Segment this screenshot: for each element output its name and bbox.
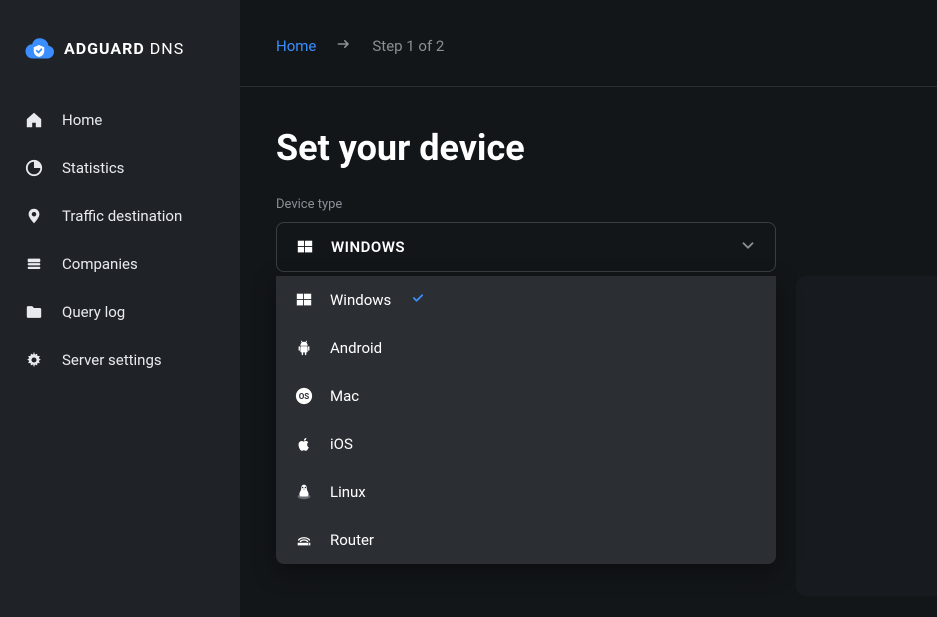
breadcrumb-step: Step 1 of 2 <box>372 37 444 55</box>
device-option-router[interactable]: Router <box>276 516 776 564</box>
sidebar-item-label: Statistics <box>62 159 124 177</box>
sidebar-item-traffic-destination[interactable]: Traffic destination <box>0 192 240 240</box>
check-icon <box>411 291 425 309</box>
sidebar-item-statistics[interactable]: Statistics <box>0 144 240 192</box>
sidebar-item-label: Query log <box>62 303 125 321</box>
device-type-label: Device type <box>276 197 901 212</box>
sidebar-item-label: Traffic destination <box>62 207 182 225</box>
device-option-linux[interactable]: Linux <box>276 468 776 516</box>
device-option-label: Android <box>330 339 382 357</box>
chevron-down-icon <box>739 236 757 258</box>
main-content: Home Step 1 of 2 Set your device Device … <box>240 0 937 617</box>
device-type-dropdown: Windows Android Mac iOS <box>276 276 776 564</box>
device-option-android[interactable]: Android <box>276 324 776 372</box>
router-icon <box>294 530 314 550</box>
device-option-label: Linux <box>330 483 366 501</box>
windows-icon <box>295 237 315 257</box>
linux-icon <box>294 482 314 502</box>
android-icon <box>294 338 314 358</box>
device-option-label: iOS <box>330 435 353 453</box>
device-option-mac[interactable]: Mac <box>276 372 776 420</box>
pie-chart-icon <box>24 158 44 178</box>
breadcrumb-home[interactable]: Home <box>276 37 316 55</box>
guide-card-background <box>796 276 937 596</box>
apple-icon <box>294 434 314 454</box>
folder-icon <box>24 302 44 322</box>
pin-icon <box>24 206 44 226</box>
device-type-select[interactable]: WINDOWS <box>276 222 776 272</box>
stack-icon <box>24 254 44 274</box>
sidebar-item-query-log[interactable]: Query log <box>0 288 240 336</box>
mac-icon <box>294 386 314 406</box>
windows-icon <box>294 290 314 310</box>
cloud-shield-icon <box>24 36 54 60</box>
home-icon <box>24 110 44 130</box>
brand-logo[interactable]: ADGUARD DNS <box>0 20 240 84</box>
breadcrumb: Home Step 1 of 2 <box>240 0 937 56</box>
sidebar-item-companies[interactable]: Companies <box>0 240 240 288</box>
device-option-ios[interactable]: iOS <box>276 420 776 468</box>
sidebar-nav: Home Statistics Traffic destination Comp… <box>0 96 240 384</box>
sidebar-item-label: Home <box>62 111 102 129</box>
sidebar-item-home[interactable]: Home <box>0 96 240 144</box>
page-title: Set your device <box>276 127 901 169</box>
arrow-right-icon <box>336 36 352 56</box>
gear-icon <box>24 350 44 370</box>
device-option-label: Router <box>330 531 374 549</box>
device-option-windows[interactable]: Windows <box>276 276 776 324</box>
sidebar-item-server-settings[interactable]: Server settings <box>0 336 240 384</box>
brand-name: ADGUARD DNS <box>64 39 184 58</box>
sidebar-item-label: Server settings <box>62 351 162 369</box>
device-option-label: Mac <box>330 387 359 405</box>
sidebar: ADGUARD DNS Home Statistics Traffic dest… <box>0 0 240 617</box>
device-type-selected-value: WINDOWS <box>331 238 405 256</box>
device-option-label: Windows <box>330 291 391 309</box>
sidebar-item-label: Companies <box>62 255 138 273</box>
